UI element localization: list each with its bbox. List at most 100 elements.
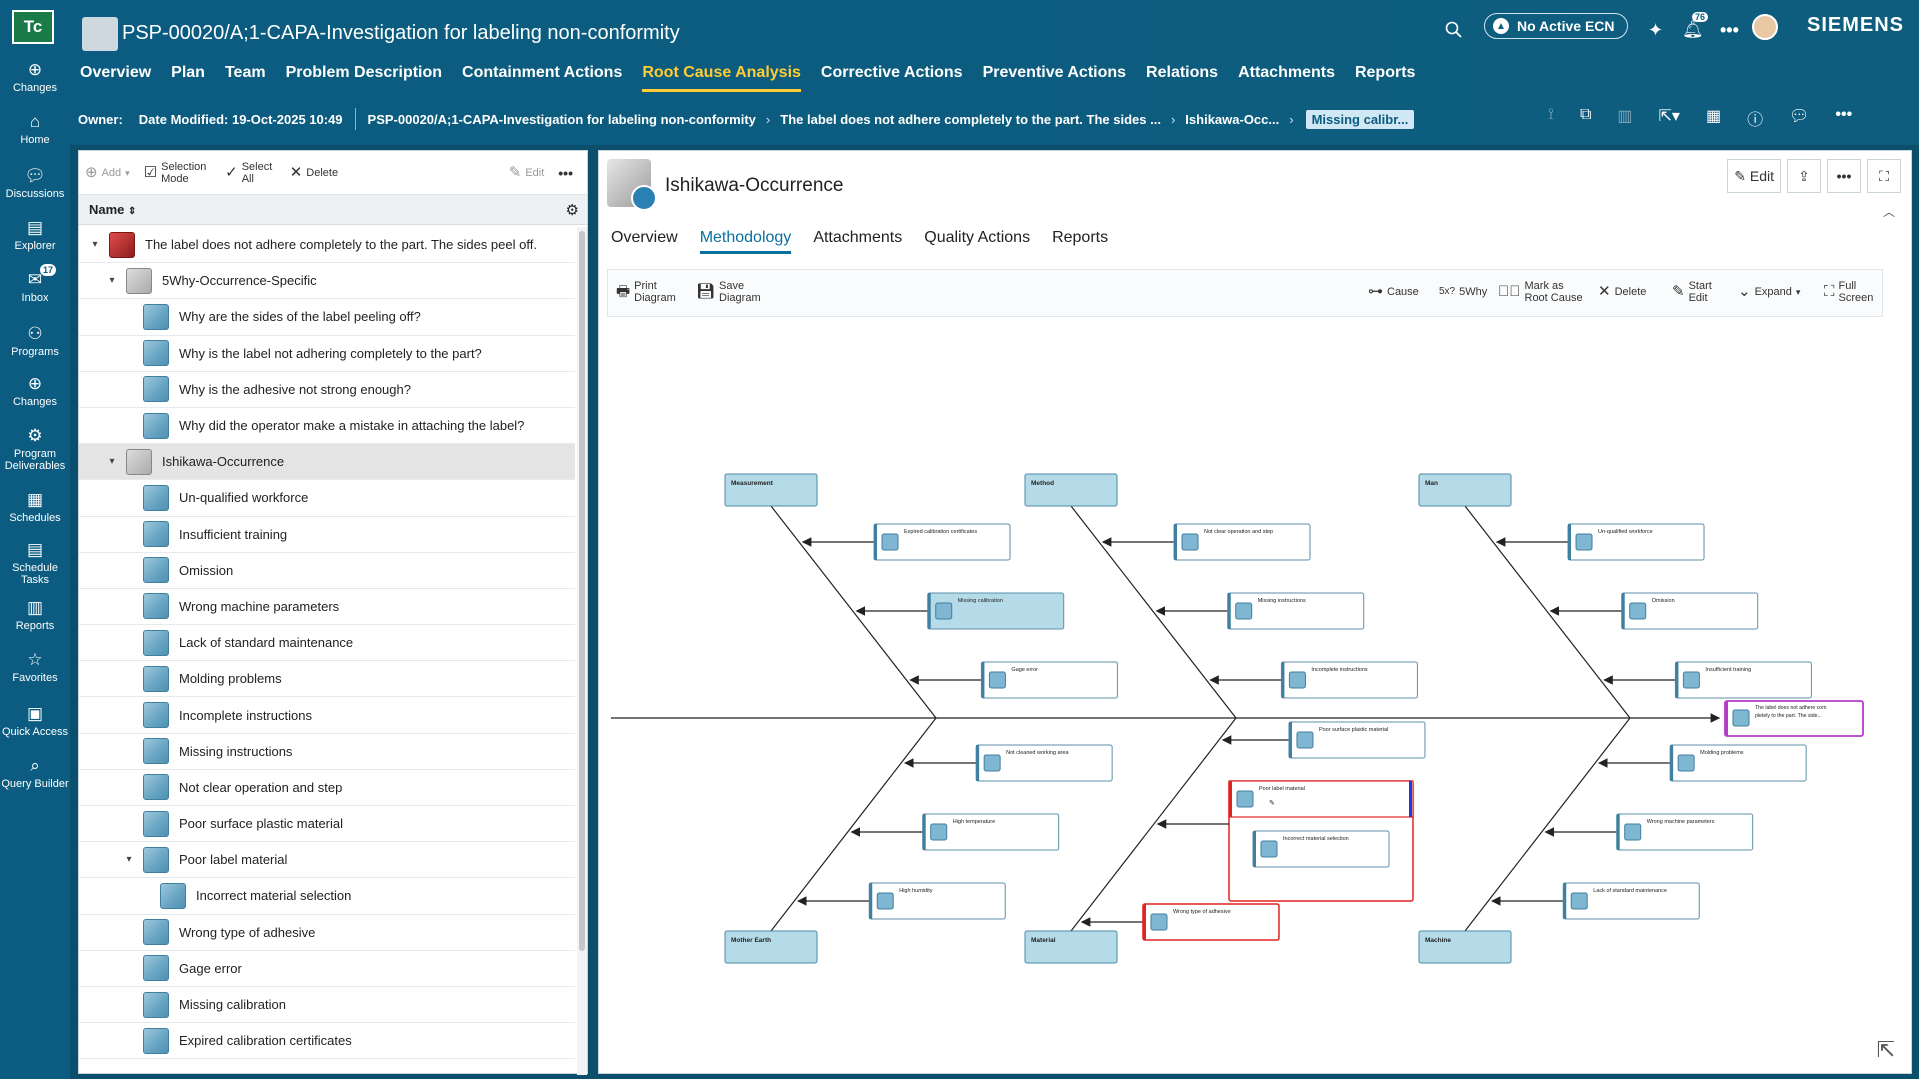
layout-icon[interactable]: ▦	[1706, 106, 1721, 130]
tab-relations[interactable]: Relations	[1136, 60, 1228, 90]
tree-row[interactable]: ▾ Poor label material	[79, 842, 575, 879]
rail-item-changes[interactable]: ⊕ Changes	[0, 60, 70, 94]
panel-tab-reports[interactable]: Reports	[1052, 229, 1108, 254]
tree-row[interactable]: Gage error	[79, 951, 575, 987]
rail-item-changes[interactable]: ⊕ Changes	[0, 374, 70, 408]
tree-row[interactable]: Incorrect material selection	[79, 878, 575, 915]
share-icon[interactable]: ⇱▾	[1659, 106, 1680, 130]
tree-row[interactable]: ▾ The label does not adhere completely to…	[79, 227, 575, 264]
tree-row[interactable]: Why did the operator make a mistake in a…	[79, 408, 575, 445]
rail-item-reports[interactable]: ▥ Reports	[0, 598, 70, 632]
delete-button[interactable]: ✕ Delete	[290, 165, 338, 180]
chat-icon[interactable]: 💬︎	[1789, 106, 1809, 130]
category-box[interactable]	[1024, 930, 1118, 964]
structure-icon[interactable]: ⟟	[1548, 106, 1554, 130]
tree-row[interactable]: Wrong type of adhesive	[79, 915, 575, 951]
tree-row[interactable]: Not clear operation and step	[79, 770, 575, 806]
tree-row[interactable]: Why is the label not adhering completely…	[79, 336, 575, 372]
cause-box[interactable]	[1228, 780, 1414, 818]
panel-tab-methodology[interactable]: Methodology	[699, 229, 792, 254]
breadcrumb-current[interactable]: Missing calibr...	[1305, 109, 1415, 129]
full-screen-button[interactable]: ⛶ Full Screen	[1824, 280, 1873, 304]
sparkle-icon[interactable]: ✦	[1648, 16, 1663, 44]
copy-icon[interactable]: ⧉	[1580, 106, 1591, 130]
5why-button[interactable]: 5x? 5Why	[1439, 286, 1487, 298]
add-button[interactable]: ⊕ Add ▾	[85, 165, 130, 180]
tree-row[interactable]: Molding problems	[79, 661, 575, 698]
breadcrumb-item[interactable]: PSP-00020/A;1-CAPA-Investigation for lab…	[360, 112, 764, 127]
panel-tab-attachments[interactable]: Attachments	[813, 229, 902, 254]
teamcenter-logo[interactable]: Tc	[12, 10, 54, 44]
tree-row[interactable]: Wrong machine parameters	[79, 589, 575, 626]
rail-item-program-deliverables[interactable]: ⚙ Program Deliverables	[0, 426, 70, 472]
tab-attachments[interactable]: Attachments	[1228, 60, 1345, 90]
tree-row[interactable]: Why is the adhesive not strong enough?	[79, 372, 575, 408]
edit-button[interactable]: ✎ Edit	[1727, 159, 1781, 193]
tab-problem-description[interactable]: Problem Description	[276, 60, 452, 90]
rail-item-home[interactable]: ⌂ Home	[0, 112, 70, 146]
tree-row[interactable]: Expired calibration certificates	[79, 1023, 575, 1060]
tab-plan[interactable]: Plan	[161, 60, 215, 90]
save-diagram-button[interactable]: 💾︎ Save Diagram	[696, 280, 763, 304]
more-icon[interactable]: •••	[558, 166, 573, 180]
tree-row[interactable]: Missing instructions	[79, 734, 575, 770]
tree-row[interactable]: Un-qualified workforce	[79, 480, 575, 517]
expand-toggle-icon[interactable]: ▾	[104, 456, 120, 467]
print-diagram-button[interactable]: 🖶︎ Print Diagram	[616, 280, 678, 304]
tab-containment-actions[interactable]: Containment Actions	[452, 60, 632, 90]
paste-icon[interactable]: ▥	[1617, 106, 1632, 130]
category-box[interactable]	[1418, 930, 1512, 964]
start-edit-button[interactable]: ✎ Start Edit	[1672, 280, 1721, 304]
column-header[interactable]: Name ⇕ ⚙	[79, 195, 587, 225]
breadcrumb-item[interactable]: Ishikawa-Occ...	[1177, 112, 1287, 127]
info-icon[interactable]: ⓘ	[1747, 106, 1763, 130]
category-box[interactable]	[724, 930, 818, 964]
rail-item-schedules[interactable]: ▦ Schedules	[0, 490, 70, 524]
tree-row[interactable]: Lack of standard maintenance	[79, 625, 575, 662]
bell-icon[interactable]: 🔔︎ 76	[1682, 12, 1709, 44]
sort-icon[interactable]: ⇕	[128, 206, 136, 217]
rail-item-favorites[interactable]: ☆ Favorites	[0, 650, 70, 684]
expand-toggle-icon[interactable]: ▾	[104, 275, 120, 286]
select-all-button[interactable]: ✓ Select All	[225, 161, 276, 185]
rail-item-discussions[interactable]: 💬︎ Discussions	[0, 166, 70, 200]
ishikawa-diagram[interactable]: The label does not adhere com pletely to …	[599, 321, 1911, 1061]
gear-icon[interactable]: ⚙	[566, 201, 579, 219]
expand-toggle-icon[interactable]: ▾	[121, 854, 137, 865]
expand-toggle-icon[interactable]: ▾	[87, 239, 103, 250]
tab-corrective-actions[interactable]: Corrective Actions	[811, 60, 973, 90]
more-icon[interactable]: •••	[1720, 16, 1739, 44]
tree-row[interactable]: ▾ 5Why-Occurrence-Specific	[79, 263, 575, 300]
delete-button[interactable]: ✕ Delete	[1598, 284, 1646, 299]
tree-row[interactable]: Omission	[79, 553, 575, 589]
breadcrumb-item[interactable]: The label does not adhere completely to …	[772, 112, 1169, 127]
tab-overview[interactable]: Overview	[70, 60, 161, 90]
category-box[interactable]	[1418, 473, 1512, 507]
selection-mode-button[interactable]: ☑ Selection Mode	[144, 161, 211, 185]
panel-tab-quality-actions[interactable]: Quality Actions	[924, 229, 1030, 254]
rail-item-schedule-tasks[interactable]: ▤ Schedule Tasks	[0, 540, 70, 586]
tree-row[interactable]: Why are the sides of the label peeling o…	[79, 299, 575, 336]
rail-item-inbox[interactable]: ✉ 17 Inbox	[0, 264, 70, 304]
tab-root-cause-analysis[interactable]: Root Cause Analysis	[632, 60, 811, 92]
panel-tab-overview[interactable]: Overview	[611, 229, 678, 254]
tree-row[interactable]: Incomplete instructions	[79, 697, 575, 734]
category-box[interactable]	[724, 473, 818, 507]
scrollbar[interactable]	[577, 227, 587, 1075]
tree-row[interactable]: Missing calibration	[79, 987, 575, 1024]
search-icon[interactable]	[1445, 16, 1463, 44]
rail-item-explorer[interactable]: ▤ Explorer	[0, 218, 70, 252]
cause-button[interactable]: ⊶ Cause	[1368, 284, 1419, 299]
chevron-up-icon[interactable]: ︿	[1883, 203, 1895, 220]
tab-preventive-actions[interactable]: Preventive Actions	[973, 60, 1136, 90]
tab-team[interactable]: Team	[215, 60, 276, 90]
rail-item-query-builder[interactable]: ⌕ Query Builder	[0, 756, 70, 790]
more-icon[interactable]: •••	[1827, 159, 1861, 193]
tab-reports[interactable]: Reports	[1345, 60, 1425, 90]
share-icon[interactable]: ⇪	[1787, 159, 1821, 193]
rail-item-quick-access[interactable]: ▣ Quick Access	[0, 704, 70, 738]
expand-button[interactable]: ⌄ Expand ▾	[1738, 284, 1800, 299]
tree-row[interactable]: ▾ Ishikawa-Occurrence	[79, 444, 575, 481]
rail-item-programs[interactable]: ⚇ Programs	[0, 324, 70, 358]
more-icon[interactable]: •••	[1835, 106, 1852, 130]
